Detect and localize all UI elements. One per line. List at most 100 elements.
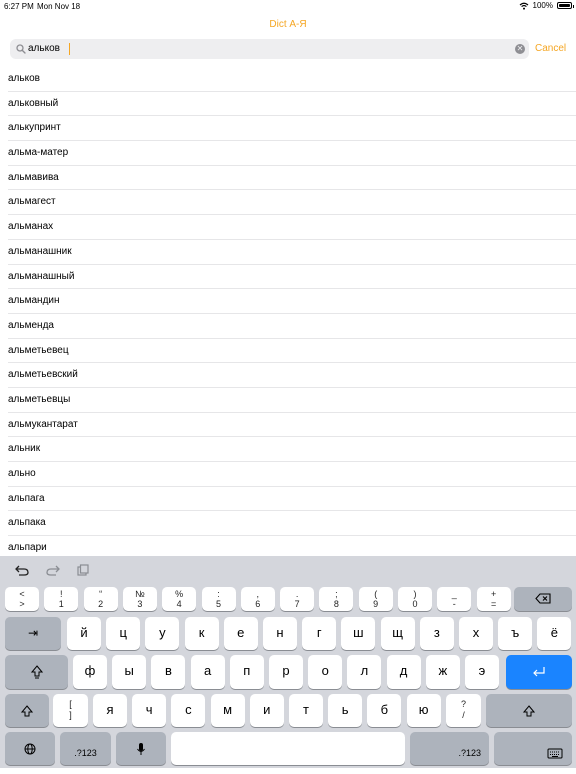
letter-key[interactable]: ж xyxy=(425,655,460,689)
number-key[interactable]: _ - xyxy=(437,587,472,611)
list-item[interactable]: альник xyxy=(8,437,576,462)
delete-button[interactable] xyxy=(514,587,572,611)
number-key[interactable]: .7 xyxy=(280,587,315,611)
list-item[interactable]: альмагест xyxy=(8,190,576,216)
paste-icon[interactable] xyxy=(77,564,89,576)
letter-key[interactable]: п xyxy=(229,655,264,689)
letter-key[interactable]: ы xyxy=(112,655,147,689)
list-item[interactable]: альменда xyxy=(8,314,576,339)
letter-key[interactable]: ц xyxy=(106,617,141,650)
letter-key[interactable]: в xyxy=(151,655,186,689)
key-label-bottom: 1 xyxy=(58,599,64,609)
letter-key[interactable]: к xyxy=(184,617,219,650)
letter-key[interactable]: ь xyxy=(328,694,363,727)
return-icon xyxy=(533,667,545,677)
bracket-key[interactable]: [] xyxy=(53,694,88,727)
key-label: ю xyxy=(418,702,429,717)
letter-key[interactable]: у xyxy=(145,617,180,650)
letter-key[interactable]: з xyxy=(419,617,454,650)
shift-icon xyxy=(20,705,34,717)
numbers-button-left[interactable]: .?123 xyxy=(60,732,111,765)
letter-key[interactable]: а xyxy=(190,655,225,689)
list-item[interactable]: альмукантарат xyxy=(8,413,576,438)
letter-key[interactable]: ю xyxy=(406,694,441,727)
list-item[interactable]: альпака xyxy=(8,511,576,537)
letter-key[interactable]: ё xyxy=(537,617,572,650)
caps-lock-button[interactable] xyxy=(5,655,68,689)
undo-icon[interactable] xyxy=(15,564,29,576)
list-item[interactable]: альманашный xyxy=(8,265,576,290)
letter-key[interactable]: л xyxy=(347,655,382,689)
return-button[interactable] xyxy=(506,655,572,689)
key-label: ы xyxy=(124,663,134,678)
letter-key[interactable]: щ xyxy=(380,617,415,650)
key-label-top: [ xyxy=(69,699,72,709)
globe-icon xyxy=(24,743,36,755)
list-item[interactable]: алькупринт xyxy=(8,116,576,142)
number-key[interactable]: + = xyxy=(476,587,511,611)
letter-key[interactable]: н xyxy=(263,617,297,650)
list-item[interactable]: альмандин xyxy=(8,289,576,314)
list-item[interactable]: альманашник xyxy=(8,240,576,265)
clear-search-icon[interactable]: ✕ xyxy=(515,44,525,54)
shift-right-button[interactable] xyxy=(486,694,572,727)
number-key[interactable]: % 4 xyxy=(162,587,197,611)
number-key[interactable]: № 3 xyxy=(122,587,157,611)
letter-key[interactable]: й xyxy=(67,617,101,650)
letter-key[interactable]: д xyxy=(386,655,421,689)
list-item[interactable]: альпари xyxy=(8,536,576,556)
list-item[interactable]: альметьевцы xyxy=(8,388,576,413)
list-item[interactable]: альмавива xyxy=(8,166,576,191)
cancel-button[interactable]: Cancel xyxy=(535,43,566,54)
list-item[interactable]: альков xyxy=(8,67,576,92)
dictation-button[interactable] xyxy=(116,732,166,765)
letter-key[interactable]: х xyxy=(459,617,493,650)
number-key[interactable]: (9 xyxy=(358,587,393,611)
redo-icon[interactable] xyxy=(46,564,60,576)
key-label: ь xyxy=(341,702,349,717)
letter-key[interactable]: г xyxy=(302,617,337,650)
number-key[interactable]: ; 8 xyxy=(319,587,354,611)
list-item[interactable]: альковный xyxy=(8,92,576,117)
number-key[interactable]: “2 xyxy=(83,587,118,611)
key-label-bottom: - xyxy=(452,599,456,609)
hide-keyboard-button[interactable] xyxy=(494,732,572,765)
list-item[interactable]: альманах xyxy=(8,215,576,240)
letter-key[interactable]: ъ xyxy=(498,617,533,650)
list-item[interactable]: альма-матер xyxy=(8,141,576,166)
page-title: Dict А-Я xyxy=(269,19,307,30)
search-input[interactable] xyxy=(28,42,498,56)
shift-left-button[interactable] xyxy=(5,694,49,727)
number-key[interactable]: < > xyxy=(5,587,39,611)
letter-key[interactable]: б xyxy=(367,694,402,727)
letter-key[interactable]: и xyxy=(249,694,284,727)
letter-key[interactable]: м xyxy=(210,694,245,727)
word-list[interactable]: альков альковный алькупринт альма-матер … xyxy=(0,67,576,556)
search-bar[interactable]: ✕ xyxy=(10,39,529,59)
number-key[interactable]: :5 xyxy=(201,587,236,611)
number-key[interactable]: ,6 xyxy=(240,587,275,611)
tab-button[interactable]: ⇥ xyxy=(5,617,61,650)
list-item[interactable]: альметьевский xyxy=(8,363,576,388)
list-item[interactable]: альпага xyxy=(8,487,576,512)
space-bar[interactable] xyxy=(171,732,405,765)
list-item[interactable]: альметьевец xyxy=(8,339,576,364)
letter-key[interactable]: я xyxy=(93,694,127,727)
list-item[interactable]: ально xyxy=(8,462,576,487)
letter-key[interactable]: ч xyxy=(132,694,167,727)
letter-key[interactable]: ф xyxy=(73,655,107,689)
letter-key[interactable]: э xyxy=(465,655,499,689)
numbers-button-right[interactable]: .?123 xyxy=(410,732,489,765)
globe-button[interactable] xyxy=(5,732,55,765)
key-label-bottom: > xyxy=(19,599,25,609)
number-key[interactable]: ! 1 xyxy=(44,587,79,611)
number-key[interactable]: ) 0 xyxy=(398,587,432,611)
letter-key[interactable]: ш xyxy=(341,617,376,650)
letter-key[interactable]: с xyxy=(171,694,206,727)
letter-key[interactable]: т xyxy=(289,694,323,727)
slash-key[interactable]: ? / xyxy=(446,694,481,727)
letter-key[interactable]: е xyxy=(223,617,258,650)
key-label: и xyxy=(263,702,271,717)
letter-key[interactable]: о xyxy=(308,655,343,689)
letter-key[interactable]: р xyxy=(269,655,303,689)
